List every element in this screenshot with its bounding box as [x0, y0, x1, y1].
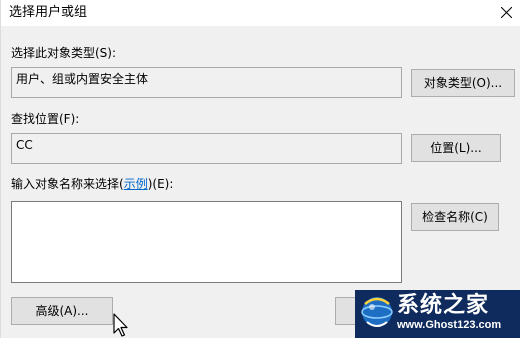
- location-label: 查找位置(F):: [11, 112, 80, 126]
- locations-button[interactable]: 位置(L)...: [411, 134, 501, 162]
- mouse-pointer-icon: [113, 313, 128, 337]
- object-names-label-prefix: 输入对象名称来选择(: [11, 177, 124, 191]
- close-button[interactable]: [493, 0, 520, 26]
- window-title: 选择用户或组: [9, 5, 88, 20]
- object-type-label: 选择此对象类型(S):: [11, 46, 117, 60]
- close-icon: [501, 7, 512, 18]
- object-type-field: 用户、组或内置安全主体: [11, 67, 402, 98]
- title-bar: 选择用户或组: [1, 0, 520, 26]
- examples-link[interactable]: 示例: [124, 177, 148, 191]
- watermark-url: www.Ghost123.com: [397, 319, 502, 331]
- select-users-or-groups-dialog: 选择用户或组 选择此对象类型(S): 用户、组或内置安全主体 对象类型(O)..…: [0, 0, 520, 338]
- watermark-name: 系统之家: [397, 292, 490, 318]
- location-field: CC: [11, 133, 402, 164]
- site-watermark: 系统之家 www.Ghost123.com: [355, 290, 520, 338]
- object-types-button[interactable]: 对象类型(O)...: [411, 69, 515, 97]
- object-names-input[interactable]: [11, 201, 402, 283]
- check-names-button[interactable]: 检查名称(C): [411, 203, 499, 231]
- globe-logo-icon: [361, 297, 393, 327]
- advanced-button[interactable]: 高级(A)...: [11, 297, 113, 325]
- object-names-label-suffix: )(E):: [147, 177, 174, 191]
- object-names-label: 输入对象名称来选择(示例)(E):: [11, 176, 173, 192]
